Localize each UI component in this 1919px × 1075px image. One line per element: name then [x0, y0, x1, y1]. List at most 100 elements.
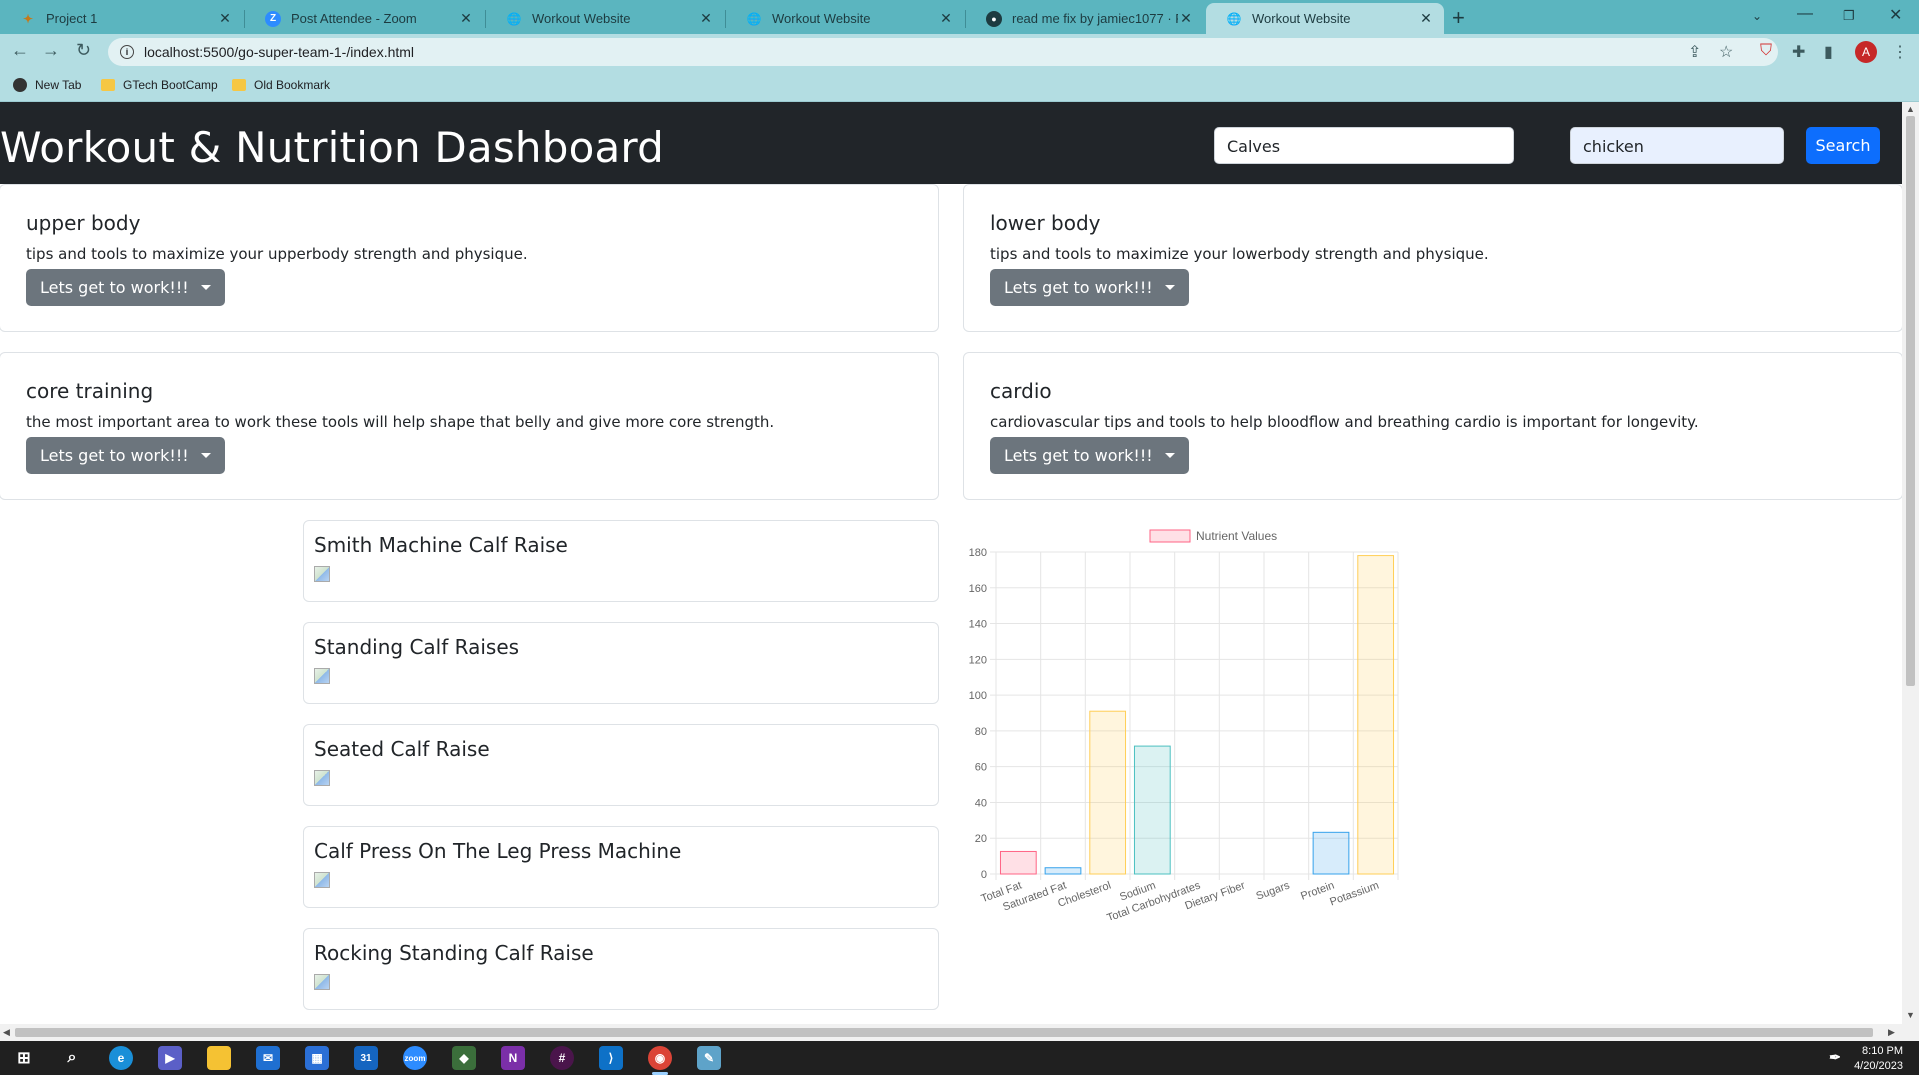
bookmark-star-icon[interactable]: ☆ [1719, 42, 1733, 62]
address-bar[interactable]: i localhost:5500/go-super-team-1-/index.… [108, 38, 1778, 66]
y-tick-label: 120 [969, 654, 987, 666]
info-icon[interactable]: i [120, 45, 134, 59]
browser-tab[interactable]: ● read me fix by jamiec1077 · Pull R ✕ [966, 3, 1204, 34]
new-tab-icon[interactable]: + [1452, 5, 1465, 31]
dropdown-button[interactable]: Lets get to work!!! [26, 437, 225, 474]
browser-tab[interactable]: 🌐 Workout Website ✕ [486, 3, 724, 34]
extensions-icon[interactable]: ✚ [1792, 42, 1805, 62]
chart-bar [999, 850, 1037, 875]
scrollbar-thumb[interactable] [15, 1028, 1873, 1037]
page-header: Workout & Nutrition Dashboard Calves chi… [0, 102, 1902, 184]
calendar-icon[interactable]: 31 [354, 1046, 378, 1070]
zoom-icon[interactable]: zoom [403, 1046, 427, 1070]
close-icon[interactable]: ✕ [217, 10, 233, 27]
file-explorer-icon[interactable] [207, 1046, 231, 1070]
vscode-icon[interactable]: ⟩ [599, 1046, 623, 1070]
chart-bar [1044, 867, 1082, 875]
bookmark-gtech-bootcamp[interactable]: GTech BootCamp [101, 78, 218, 92]
browser-tab[interactable]: 🌐 Workout Website ✕ [726, 3, 964, 34]
exercise-name: Standing Calf Raises [314, 635, 520, 659]
x-tick-label: Potassium [1328, 880, 1380, 909]
browser-tab[interactable]: ✦ Project 1 ✕ [0, 3, 243, 34]
edge-icon[interactable]: e [109, 1046, 133, 1070]
legend-label: Nutrient Values [1196, 529, 1277, 543]
exercise-card: Calf Press On The Leg Press Machine [303, 826, 939, 908]
card-description: the most important area to work these to… [26, 413, 775, 431]
slack-icon[interactable]: # [550, 1046, 574, 1070]
notepad-icon[interactable]: ✎ [697, 1046, 721, 1070]
tab-search-icon[interactable]: ⌄ [1752, 9, 1762, 23]
card-description: cardiovascular tips and tools to help bl… [990, 413, 1699, 431]
git-icon[interactable]: ◆ [452, 1046, 476, 1070]
globe-icon: 🌐 [746, 11, 762, 26]
mail-icon[interactable]: ✉ [256, 1046, 280, 1070]
system-clock[interactable]: 8:10 PM 4/20/2023 [1854, 1044, 1903, 1074]
menu-icon[interactable]: ⋮ [1892, 42, 1908, 62]
browser-tab-bar: ✦ Project 1 ✕ Z Post Attendee - Zoom ✕ 🌐… [0, 0, 1919, 34]
store-icon[interactable]: ▦ [305, 1046, 329, 1070]
back-icon[interactable]: ← [11, 40, 29, 61]
caret-down-icon [200, 285, 211, 290]
scroll-up-arrow-icon[interactable]: ▲ [1906, 104, 1915, 114]
chart-bar [1312, 831, 1350, 875]
exercise-card: Seated Calf Raise [303, 724, 939, 806]
close-icon[interactable]: ✕ [698, 10, 714, 27]
broken-image-icon [314, 566, 330, 582]
broken-image-icon [314, 974, 330, 990]
extension-shield-icon[interactable]: ⛉ [1760, 42, 1772, 60]
onenote-icon[interactable]: N [501, 1046, 525, 1070]
copilot-icon[interactable]: ▶ [158, 1046, 182, 1070]
close-icon[interactable]: ✕ [938, 10, 954, 27]
dropdown-button[interactable]: Lets get to work!!! [990, 269, 1189, 306]
card-title: cardio [990, 379, 1052, 403]
chart-bar [1089, 710, 1127, 875]
page-title: Workout & Nutrition Dashboard [0, 123, 664, 172]
browser-tab[interactable]: Z Post Attendee - Zoom ✕ [245, 3, 484, 34]
bookmark-old-bookmark[interactable]: Old Bookmark [232, 78, 330, 92]
bookmark-new-tab[interactable]: New Tab [13, 78, 81, 92]
browser-toolbar: ← → ↻ i localhost:5500/go-super-team-1-/… [0, 34, 1919, 70]
exercise-card: Smith Machine Calf Raise [303, 520, 939, 602]
forward-icon[interactable]: → [42, 40, 60, 61]
globe-icon [13, 78, 27, 92]
windows-start-icon[interactable]: ⊞ [12, 1046, 36, 1070]
pen-icon[interactable]: ✒ [1826, 1048, 1844, 1066]
card-description: tips and tools to maximize your upperbod… [26, 245, 528, 263]
scrollbar-thumb[interactable] [1906, 116, 1915, 686]
broken-image-icon [314, 872, 330, 888]
x-tick-label: Sugars [1254, 879, 1291, 902]
card-title: core training [26, 379, 154, 403]
close-window-icon[interactable]: ✕ [1889, 5, 1902, 25]
reload-icon[interactable]: ↻ [76, 40, 91, 61]
scroll-left-arrow-icon[interactable]: ◀ [3, 1027, 10, 1038]
chrome-icon[interactable]: ◉ [648, 1046, 672, 1070]
category-card-lower-body: lower body tips and tools to maximize yo… [963, 184, 1902, 332]
browser-tab-active[interactable]: 🌐 Workout Website ✕ [1206, 3, 1444, 34]
muscle-search-input[interactable]: Calves [1214, 127, 1514, 164]
close-icon[interactable]: ✕ [1418, 10, 1434, 27]
avatar[interactable]: A [1855, 41, 1877, 63]
horizontal-scrollbar[interactable]: ◀ ▶ [0, 1024, 1902, 1041]
close-icon[interactable]: ✕ [1178, 10, 1194, 27]
y-tick-label: 40 [975, 797, 987, 809]
caret-down-icon [1164, 285, 1175, 290]
minimize-icon[interactable]: — [1797, 5, 1813, 23]
close-icon[interactable]: ✕ [458, 10, 474, 27]
search-button[interactable]: Search [1806, 127, 1880, 164]
vertical-scrollbar[interactable]: ▲ ▼ [1902, 102, 1919, 1041]
restore-icon[interactable]: ❐ [1843, 8, 1855, 24]
exercise-card: Standing Calf Raises [303, 622, 939, 704]
food-search-input[interactable]: chicken [1570, 127, 1784, 164]
dropdown-button[interactable]: Lets get to work!!! [990, 437, 1189, 474]
scroll-right-arrow-icon[interactable]: ▶ [1888, 1027, 1895, 1038]
card-title: upper body [26, 211, 141, 235]
share-icon[interactable]: ⇪ [1688, 42, 1701, 62]
legend-swatch [1149, 529, 1191, 543]
scroll-down-arrow-icon[interactable]: ▼ [1906, 1010, 1915, 1020]
caret-down-icon [1164, 453, 1175, 458]
search-icon[interactable]: ⌕ [60, 1046, 84, 1070]
dropdown-button[interactable]: Lets get to work!!! [26, 269, 225, 306]
side-panel-icon[interactable]: ▮ [1824, 42, 1833, 62]
y-tick-label: 20 [975, 833, 987, 845]
broken-image-icon [314, 770, 330, 786]
